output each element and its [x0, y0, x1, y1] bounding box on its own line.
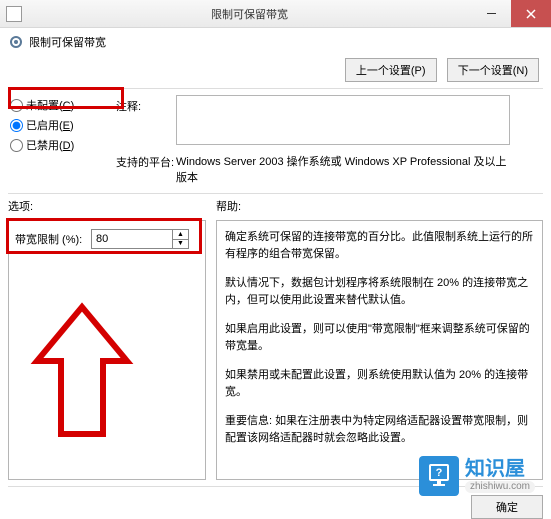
annotation-highlight-enabled	[8, 87, 124, 109]
help-text: 确定系统可保留的连接带宽的百分比。此值限制系统上运行的所有程序的组合带宽保留。	[225, 229, 534, 263]
ok-button[interactable]: 确定	[471, 495, 543, 519]
annotation-highlight-bandwidth	[6, 218, 202, 254]
logo-text-cn: 知识屋	[465, 459, 535, 479]
close-button[interactable]	[511, 0, 551, 27]
radio-disabled-input[interactable]	[10, 139, 23, 152]
comment-textarea[interactable]	[176, 95, 510, 145]
svg-text:?: ?	[436, 467, 443, 479]
next-setting-button[interactable]: 下一个设置(N)	[447, 58, 539, 82]
titlebar: 限制可保留带宽	[0, 0, 551, 28]
dialog-header: 限制可保留带宽	[0, 28, 551, 54]
logo-icon: ?	[419, 456, 459, 496]
gear-icon	[8, 34, 24, 50]
help-text: 重要信息: 如果在注册表中为特定网络适配器设置带宽限制，则配置该网络适配器时就会…	[225, 413, 534, 447]
platform-text: Windows Server 2003 操作系统或 Windows XP Pro…	[176, 151, 510, 185]
radio-enabled[interactable]: 已启用(E)	[8, 115, 116, 135]
radio-disabled[interactable]: 已禁用(D)	[8, 135, 116, 155]
minimize-button[interactable]	[471, 0, 511, 27]
dialog-title: 限制可保留带宽	[29, 34, 106, 50]
options-label: 选项:	[8, 198, 206, 216]
comment-label: 注释:	[116, 95, 176, 114]
window-title: 限制可保留带宽	[28, 6, 471, 22]
annotation-arrow-icon	[27, 299, 137, 449]
help-label: 帮助:	[216, 198, 543, 216]
platform-label: 支持的平台:	[116, 151, 176, 170]
watermark-logo: ? 知识屋 zhishiwu.com	[419, 456, 535, 496]
prev-setting-button[interactable]: 上一个设置(P)	[345, 58, 437, 82]
options-panel: 带宽限制 (%): ▲ ▼	[8, 220, 206, 480]
help-text: 如果禁用或未配置此设置，则系统使用默认值为 20% 的连接带宽。	[225, 367, 534, 401]
help-text: 默认情况下，数据包计划程序将系统限制在 20% 的连接带宽之内，但可以使用此设置…	[225, 275, 534, 309]
logo-text-en: zhishiwu.com	[465, 481, 535, 493]
help-text: 如果启用此设置，则可以使用"带宽限制"框来调整系统可保留的带宽量。	[225, 321, 534, 355]
radio-enabled-input[interactable]	[10, 119, 23, 132]
close-icon	[526, 9, 536, 19]
window-icon	[6, 6, 22, 22]
help-panel: 确定系统可保留的连接带宽的百分比。此值限制系统上运行的所有程序的组合带宽保留。 …	[216, 220, 543, 480]
